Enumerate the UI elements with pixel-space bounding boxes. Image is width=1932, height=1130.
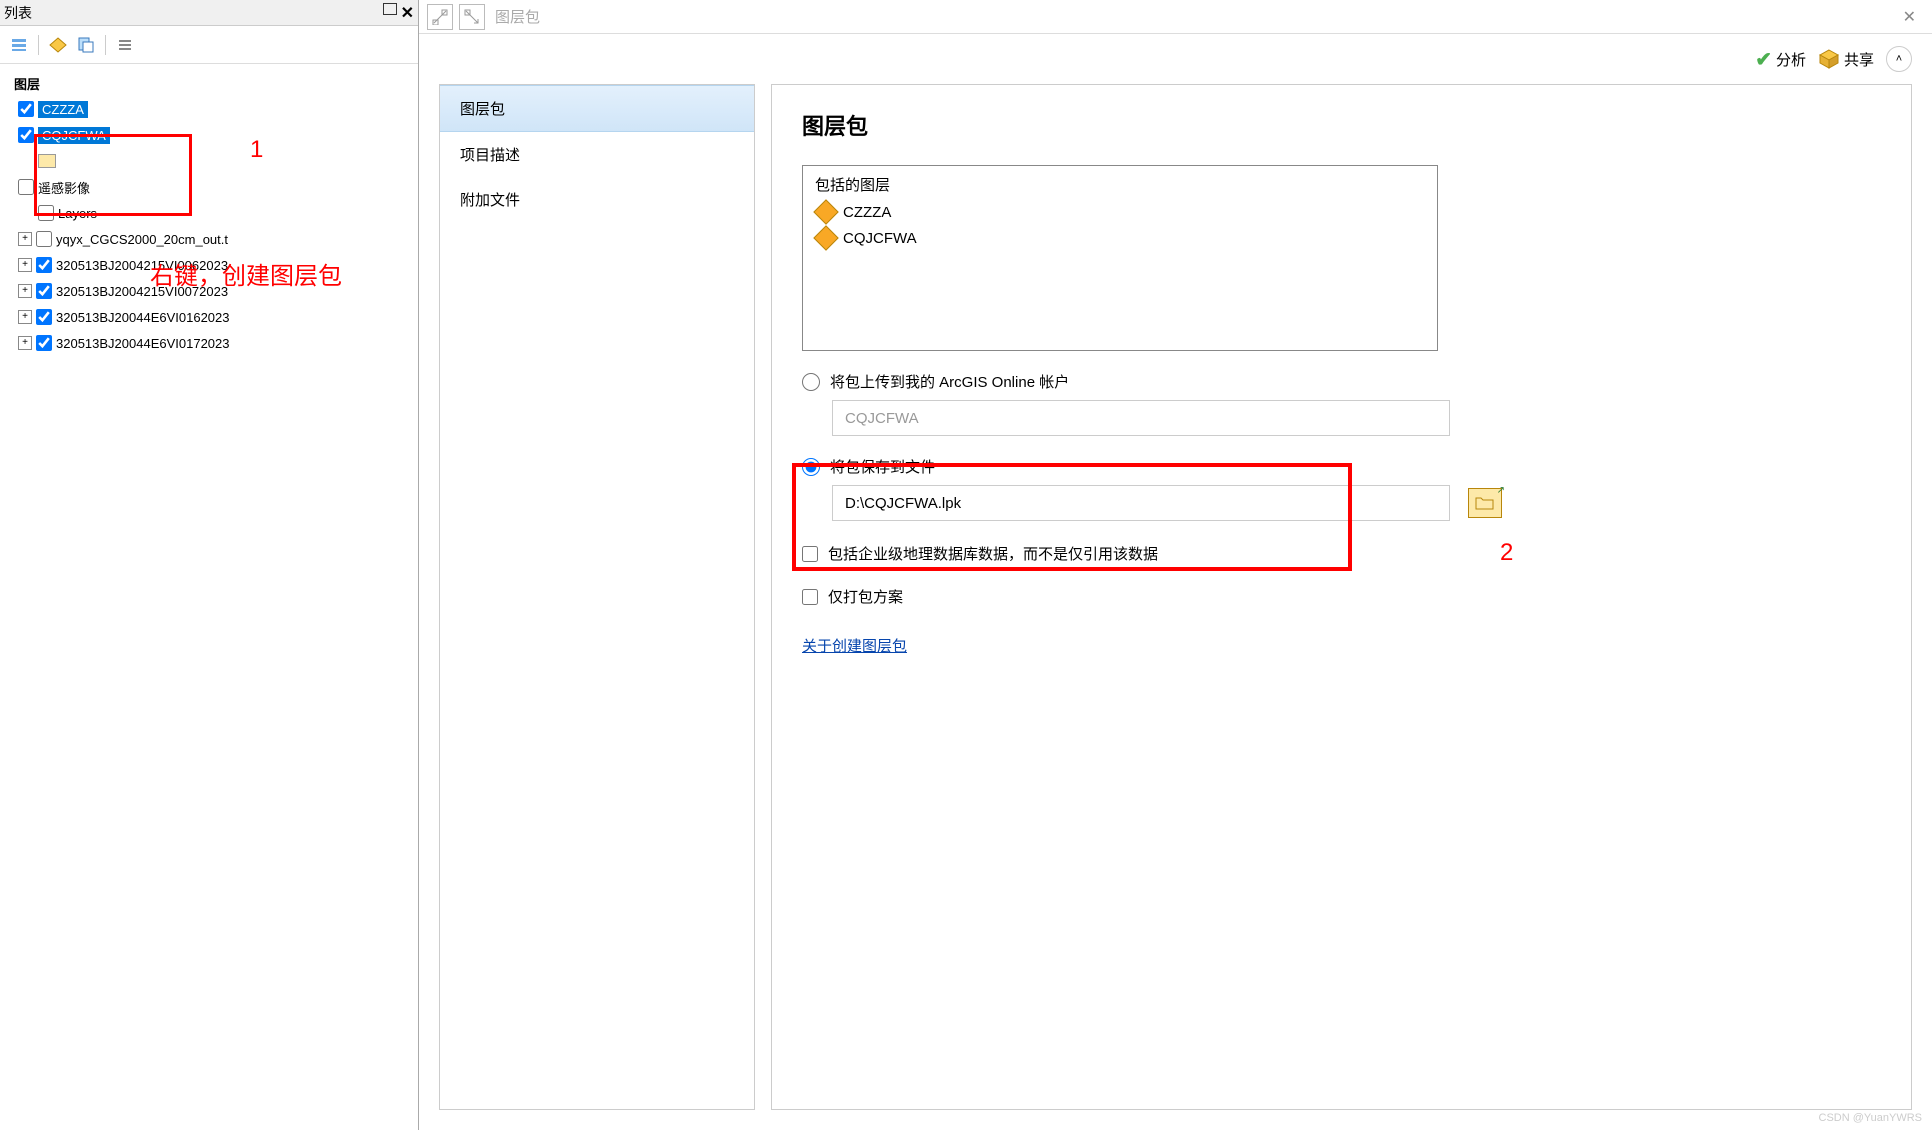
list-by-drawing-icon[interactable] xyxy=(8,34,30,56)
window-restore-icon[interactable] xyxy=(383,3,397,15)
tree-item-remote-sensing[interactable]: 遥感影像 xyxy=(4,174,414,200)
nav-item-description[interactable]: 项目描述 xyxy=(440,132,754,177)
enterprise-label: 包括企业级地理数据库数据，而不是仅引用该数据 xyxy=(828,543,1158,564)
package-icon xyxy=(1818,48,1840,70)
browse-button[interactable]: ↗ xyxy=(1468,488,1502,518)
tree-swatch xyxy=(4,148,414,174)
layer-checkbox[interactable] xyxy=(36,257,52,273)
tree-item-czzza[interactable]: CZZZA xyxy=(4,96,414,122)
included-layer-name: CZZZA xyxy=(843,204,891,221)
tree-item-raster[interactable]: + 320513BJ20044E6VI0172023 xyxy=(4,330,414,356)
layer-checkbox[interactable] xyxy=(38,205,54,221)
toc-panel: 列表 ✕ 图层 xyxy=(0,0,419,1130)
layer-label: 320513BJ20044E6VI0162023 xyxy=(56,310,230,325)
upload-radio[interactable] xyxy=(802,373,820,391)
list-by-visibility-icon[interactable] xyxy=(75,34,97,56)
layer-label: 320513BJ20044E6VI0172023 xyxy=(56,336,230,351)
toc-header: 列表 ✕ xyxy=(0,0,418,26)
included-layer-item[interactable]: CQJCFWA xyxy=(815,225,1425,251)
nav-item-attachments[interactable]: 附加文件 xyxy=(440,177,754,222)
dialog-close-icon[interactable]: ✕ xyxy=(1895,7,1924,27)
root-label: 图层 xyxy=(14,74,40,93)
nav-panel: 图层包 项目描述 附加文件 xyxy=(439,84,755,1110)
dialog-toolbar: ✔ 分析 共享 ˄ xyxy=(419,34,1932,84)
content-panel: 图层包 包括的图层 CZZZA CQJCFWA 将包上传到我 xyxy=(771,84,1912,1110)
layer-checkbox[interactable] xyxy=(36,335,52,351)
layer-label: Layers xyxy=(58,206,97,221)
layer-tree: 图层 CZZZA CQJCFWA 遥感影像 Layers xyxy=(0,64,418,362)
expand-icon[interactable]: + xyxy=(18,258,32,272)
tree-item-cqjcfwa[interactable]: CQJCFWA xyxy=(4,122,414,148)
list-by-source-icon[interactable] xyxy=(47,34,69,56)
tree-item-raster[interactable]: + 320513BJ20044E6VI0162023 xyxy=(4,304,414,330)
layer-label: 遥感影像 xyxy=(38,178,90,197)
expand-icon[interactable]: + xyxy=(18,232,32,246)
layer-checkbox[interactable] xyxy=(18,127,34,143)
dialog-titlebar: 图层包 ✕ xyxy=(419,0,1932,34)
layer-icon xyxy=(813,199,838,224)
save-path-input[interactable] xyxy=(832,485,1450,521)
toc-title: 列表 xyxy=(4,3,32,23)
content-heading: 图层包 xyxy=(802,109,1881,141)
layer-checkbox[interactable] xyxy=(36,231,52,247)
tree-item-raster[interactable]: + yqyx_CGCS2000_20cm_out.t xyxy=(4,226,414,252)
collapse-icon[interactable]: ˄ xyxy=(1886,46,1912,72)
symbology-swatch-icon xyxy=(38,154,56,168)
close-icon[interactable]: ✕ xyxy=(401,3,414,23)
help-link[interactable]: 关于创建图层包 xyxy=(802,638,907,655)
included-layer-name: CQJCFWA xyxy=(843,230,917,247)
enterprise-checkbox[interactable] xyxy=(802,546,818,562)
schema-check-row[interactable]: 仅打包方案 xyxy=(802,586,1881,607)
included-layers-label: 包括的图层 xyxy=(815,174,1425,195)
nav-item-layer-package[interactable]: 图层包 xyxy=(440,85,754,132)
upload-name-input[interactable] xyxy=(832,400,1450,436)
upload-radio-label: 将包上传到我的 ArcGIS Online 帐户 xyxy=(830,371,1069,392)
layer-checkbox[interactable] xyxy=(36,309,52,325)
layer-icon xyxy=(813,225,838,250)
included-layers-box: 包括的图层 CZZZA CQJCFWA xyxy=(802,165,1438,351)
tree-root[interactable]: 图层 xyxy=(4,70,414,96)
layer-checkbox[interactable] xyxy=(18,101,34,117)
annotation-number-2: 2 xyxy=(1500,539,1513,567)
included-layer-item[interactable]: CZZZA xyxy=(815,199,1425,225)
plus-icon: ↗ xyxy=(1497,485,1505,496)
toc-toolbar xyxy=(0,26,418,64)
checkmark-icon: ✔ xyxy=(1755,47,1772,72)
share-button[interactable]: 共享 xyxy=(1818,48,1874,70)
zoom-out-icon[interactable] xyxy=(459,4,485,30)
schema-checkbox[interactable] xyxy=(802,589,818,605)
tree-item-layers-group[interactable]: Layers xyxy=(4,200,414,226)
expand-icon[interactable]: + xyxy=(18,336,32,350)
analyze-button[interactable]: ✔ 分析 xyxy=(1755,47,1806,72)
schema-label: 仅打包方案 xyxy=(828,586,903,607)
layer-checkbox[interactable] xyxy=(18,179,34,195)
layer-label: CZZZA xyxy=(38,101,88,118)
share-label: 共享 xyxy=(1844,49,1874,70)
enterprise-check-row[interactable]: 包括企业级地理数据库数据，而不是仅引用该数据 xyxy=(802,543,1881,564)
layer-label: yqyx_CGCS2000_20cm_out.t xyxy=(56,232,228,247)
save-radio[interactable] xyxy=(802,458,820,476)
annotation-number-1: 1 xyxy=(250,136,263,164)
expand-icon[interactable]: + xyxy=(18,310,32,324)
layer-package-dialog: 图层包 ✕ ✔ 分析 共享 ˄ 图层包 项目描述 附加文件 xyxy=(419,0,1932,1130)
list-by-selection-icon[interactable] xyxy=(114,34,136,56)
save-radio-row[interactable]: 将包保存到文件 xyxy=(802,456,1881,477)
dialog-title: 图层包 xyxy=(495,6,540,27)
annotation-context-text: 右键，创建图层包 xyxy=(150,256,342,291)
save-radio-label: 将包保存到文件 xyxy=(830,456,935,477)
zoom-in-icon[interactable] xyxy=(427,4,453,30)
help-link-row: 关于创建图层包 xyxy=(802,635,1881,656)
watermark: CSDN @YuanYWRS xyxy=(1819,1112,1922,1124)
layer-checkbox[interactable] xyxy=(36,283,52,299)
layer-label: CQJCFWA xyxy=(38,127,110,144)
analyze-label: 分析 xyxy=(1776,49,1806,70)
upload-radio-row[interactable]: 将包上传到我的 ArcGIS Online 帐户 xyxy=(802,371,1881,392)
expand-icon[interactable]: + xyxy=(18,284,32,298)
